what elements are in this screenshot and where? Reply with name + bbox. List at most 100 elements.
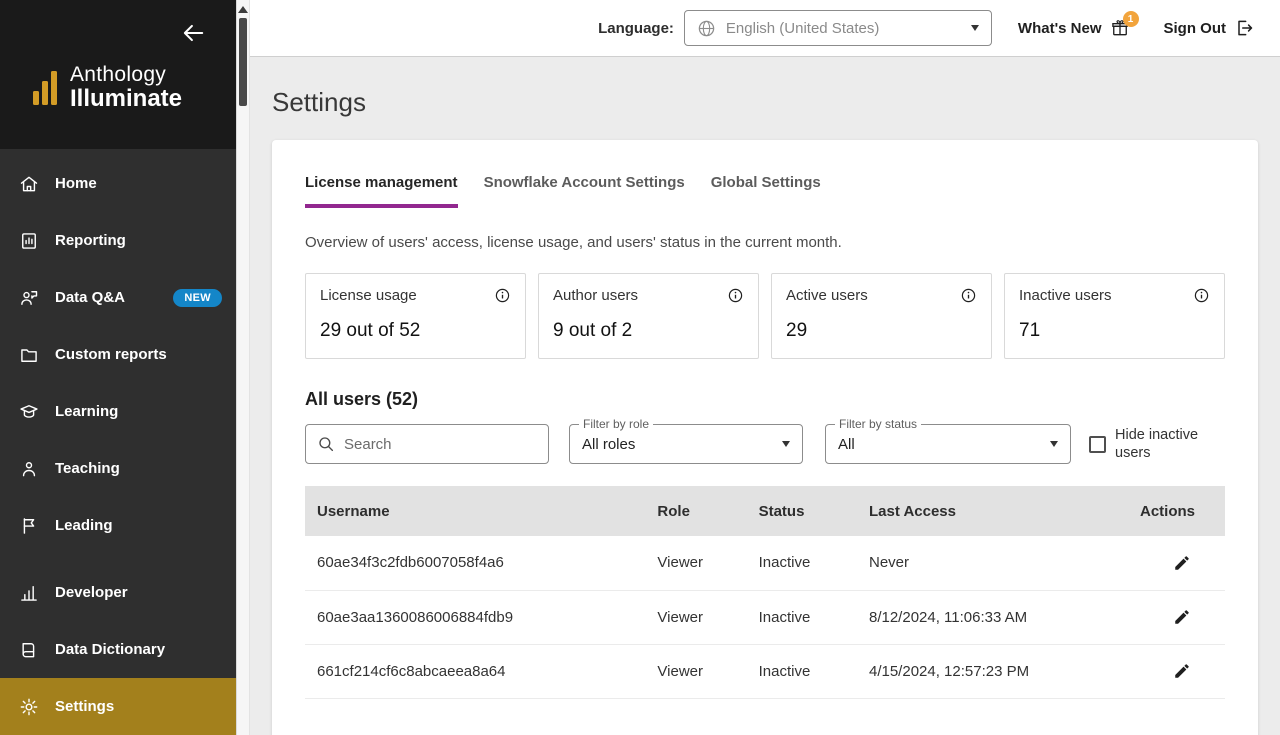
home-icon bbox=[18, 173, 40, 195]
pencil-icon bbox=[1175, 664, 1189, 678]
filter-by-role-select[interactable]: Filter by role All roles bbox=[569, 417, 803, 464]
caret-down-icon bbox=[970, 25, 979, 31]
custom-reports-icon bbox=[18, 344, 40, 366]
sign-out-label: Sign Out bbox=[1163, 19, 1227, 37]
stat-value: 29 out of 52 bbox=[320, 320, 421, 341]
all-users-heading: All users (52) bbox=[305, 389, 419, 409]
anthology-logo-icon bbox=[33, 70, 57, 105]
developer-icon bbox=[18, 582, 40, 604]
back-button[interactable] bbox=[176, 16, 210, 53]
sidebar-item-settings[interactable]: Settings bbox=[0, 678, 236, 735]
logo-text: Anthology Illuminate bbox=[70, 63, 182, 112]
sidebar-item-home[interactable]: Home bbox=[0, 155, 236, 212]
search-icon bbox=[319, 437, 334, 452]
cell-last-access: 8/12/2024, 11:06:33 AM bbox=[856, 590, 1097, 645]
sidebar: Anthology Illuminate Home Reporting Data… bbox=[0, 0, 236, 735]
logo-text-illuminate: Illuminate bbox=[70, 85, 183, 113]
cell-last-access: Never bbox=[856, 536, 1097, 591]
filter-controls: Filter by role All roles Filter by statu… bbox=[305, 417, 1225, 464]
column-header-last-access: Last Access bbox=[856, 486, 1097, 536]
sidebar-item-label: Reporting bbox=[55, 232, 126, 249]
data-dictionary-icon bbox=[18, 639, 40, 661]
vertical-scrollbar[interactable] bbox=[236, 0, 250, 735]
cell-username: 661cf214cf6c8abcaeea8a64 bbox=[305, 644, 646, 699]
cell-username: 60ae34f3c2fdb6007058f4a6 bbox=[305, 536, 646, 591]
page-title: Settings bbox=[272, 87, 366, 117]
sign-out-icon bbox=[1238, 20, 1253, 36]
table-header-row: Username Role Status Last Access Actions bbox=[305, 486, 1225, 536]
notification-badge: 1 bbox=[1122, 11, 1139, 27]
edit-user-button[interactable] bbox=[1169, 604, 1195, 630]
scroll-up-arrow-icon[interactable] bbox=[238, 6, 248, 13]
stat-value: 71 bbox=[1019, 320, 1041, 341]
sidebar-item-developer[interactable]: Developer bbox=[0, 564, 236, 621]
info-icon[interactable] bbox=[960, 287, 977, 304]
tab-snowflake-account-settings[interactable]: Snowflake Account Settings bbox=[484, 174, 685, 208]
sidebar-item-reporting[interactable]: Reporting bbox=[0, 212, 236, 269]
cell-role: Viewer bbox=[645, 536, 747, 591]
sidebar-item-label: Developer bbox=[55, 584, 128, 601]
stat-label: License usage bbox=[320, 287, 417, 304]
settings-gear-icon bbox=[18, 696, 40, 718]
cell-role: Viewer bbox=[645, 644, 747, 699]
column-header-username: Username bbox=[305, 486, 646, 536]
whats-new-icon-wrap: 1 bbox=[1110, 11, 1139, 38]
edit-user-button[interactable] bbox=[1169, 550, 1195, 576]
tab-license-management[interactable]: License management bbox=[305, 174, 458, 208]
sidebar-item-label: Data Dictionary bbox=[55, 641, 166, 658]
hide-inactive-checkbox[interactable]: Hide inactive users bbox=[1089, 426, 1209, 462]
app-root: Anthology Illuminate Home Reporting Data… bbox=[0, 0, 1280, 735]
checkbox-box[interactable] bbox=[1089, 435, 1106, 453]
sidebar-item-label: Teaching bbox=[55, 460, 120, 477]
topbar: Language: English (United States) What's… bbox=[250, 0, 1280, 57]
stat-card-author-users: Author users 9 out of 2 bbox=[538, 273, 759, 359]
sidebar-header: Anthology Illuminate bbox=[0, 0, 236, 149]
info-icon[interactable] bbox=[494, 287, 511, 304]
filter-by-role-value: All roles bbox=[582, 435, 636, 453]
info-icon[interactable] bbox=[1193, 287, 1210, 304]
sign-out-button[interactable]: Sign Out bbox=[1164, 18, 1255, 38]
cell-role: Viewer bbox=[645, 590, 747, 645]
language-label: Language: bbox=[598, 19, 674, 37]
whats-new-button[interactable]: What's New 1 bbox=[1017, 11, 1139, 38]
sidebar-item-learning[interactable]: Learning bbox=[0, 383, 236, 440]
language-select[interactable]: English (United States) bbox=[683, 10, 992, 46]
data-qa-icon bbox=[18, 287, 40, 309]
stat-value: 9 out of 2 bbox=[553, 320, 633, 341]
info-icon[interactable] bbox=[727, 287, 744, 304]
whats-new-label: What's New bbox=[1017, 19, 1102, 37]
edit-user-button[interactable] bbox=[1169, 658, 1195, 684]
stats-row: License usage 29 out of 52 Author users … bbox=[305, 273, 1225, 359]
table-row: 60ae3aa1360086006884fdb9 Viewer Inactive… bbox=[305, 590, 1225, 645]
sidebar-item-data-qa[interactable]: Data Q&A NEW bbox=[0, 269, 236, 326]
logo-text-anthology: Anthology bbox=[70, 63, 167, 86]
stat-label: Inactive users bbox=[1019, 287, 1112, 304]
stat-label: Author users bbox=[553, 287, 639, 304]
table-row: 60ae34f3c2fdb6007058f4a6 Viewer Inactive… bbox=[305, 536, 1225, 591]
stat-card-active-users: Active users 29 bbox=[771, 273, 992, 359]
globe-icon bbox=[698, 20, 715, 36]
teaching-icon bbox=[18, 458, 40, 480]
column-header-actions: Actions bbox=[1096, 486, 1225, 536]
sidebar-item-leading[interactable]: Leading bbox=[0, 497, 236, 554]
scrollbar-thumb[interactable] bbox=[239, 18, 247, 106]
filter-by-status-select[interactable]: Filter by status All bbox=[825, 417, 1071, 464]
stat-card-inactive-users: Inactive users 71 bbox=[1004, 273, 1225, 359]
main-area: Language: English (United States) What's… bbox=[250, 0, 1280, 735]
sidebar-item-label: Data Q&A bbox=[55, 289, 126, 306]
pencil-icon bbox=[1175, 610, 1189, 624]
column-header-status: Status bbox=[746, 486, 857, 536]
search-box[interactable] bbox=[305, 424, 549, 464]
caret-down-icon bbox=[782, 441, 790, 447]
overview-description: Overview of users' access, license usage… bbox=[305, 234, 842, 251]
sidebar-nav: Home Reporting Data Q&A NEW Custom repor… bbox=[0, 149, 236, 735]
sidebar-item-label: Settings bbox=[55, 698, 115, 715]
sidebar-item-teaching[interactable]: Teaching bbox=[0, 440, 236, 497]
search-input[interactable] bbox=[344, 435, 537, 453]
app-logo: Anthology Illuminate bbox=[18, 63, 210, 112]
cell-last-access: 4/15/2024, 12:57:23 PM bbox=[856, 644, 1097, 699]
new-badge: NEW bbox=[173, 288, 222, 307]
sidebar-item-data-dictionary[interactable]: Data Dictionary bbox=[0, 621, 236, 678]
tab-global-settings[interactable]: Global Settings bbox=[711, 174, 821, 208]
sidebar-item-custom-reports[interactable]: Custom reports bbox=[0, 326, 236, 383]
